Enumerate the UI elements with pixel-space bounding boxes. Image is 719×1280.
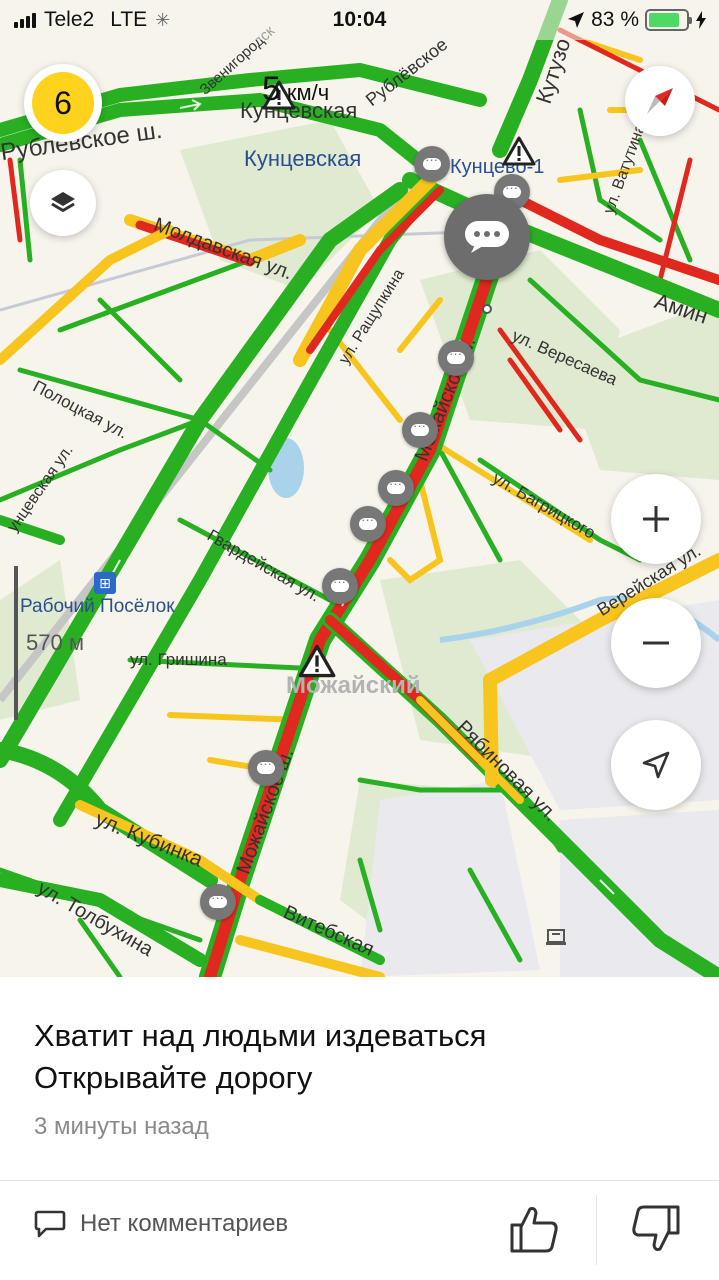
my-location-button[interactable] — [611, 720, 701, 810]
compass-button[interactable] — [625, 66, 695, 136]
speed-indicator: 5 км/ч — [262, 70, 329, 109]
traffic-score-icon: 6 — [32, 72, 94, 134]
comment-line-1: Хватит над людьми издеваться — [34, 1018, 487, 1053]
layers-icon — [51, 192, 75, 212]
activity-spinner-icon: ✳ — [155, 9, 171, 30]
battery-icon — [645, 9, 692, 31]
traffic-score-button[interactable]: 6 — [24, 64, 102, 142]
location-services-icon — [568, 12, 585, 28]
carrier-name: Tele2 — [44, 8, 95, 31]
plus-icon — [643, 506, 669, 532]
scale-bar — [14, 566, 18, 720]
location-arrow-icon — [642, 751, 670, 779]
status-bar: 10:04 Tele2 LTE ✳ 83 % — [0, 0, 719, 40]
thumbs-up-icon — [510, 1207, 558, 1253]
traffic-map[interactable]: Рублёвское ш. Рублёвское Звенигородск Ку… — [0, 0, 719, 977]
road-comment-icon[interactable] — [378, 470, 414, 506]
layers-button[interactable] — [30, 170, 96, 236]
network-type: LTE — [110, 8, 148, 31]
comment-text: Хватит над людьми издеваться Открывайте … — [34, 1015, 674, 1099]
warning-icon[interactable] — [298, 644, 336, 678]
road-comment-icon[interactable] — [322, 568, 358, 604]
comment-card: Хватит над людьми издеваться Открывайте … — [0, 977, 719, 1280]
zoom-in-button[interactable] — [611, 474, 701, 564]
road-comment-icon[interactable] — [438, 340, 474, 376]
traffic-score-value: 6 — [54, 84, 72, 121]
comments-label: Нет комментариев — [80, 1210, 289, 1237]
dislike-button[interactable] — [630, 1203, 682, 1255]
like-button[interactable] — [508, 1203, 560, 1255]
metro-icon: ⊞ — [94, 572, 116, 594]
screen: Рублёвское ш. Рублёвское Звенигородск Ку… — [0, 0, 719, 1280]
charging-icon — [696, 11, 706, 29]
minus-icon — [643, 641, 669, 645]
road-comment-icon[interactable] — [248, 750, 284, 786]
comment-time: 3 минуты назад — [34, 1113, 209, 1140]
map-label-grishina: ул. Гришина — [130, 650, 227, 669]
warning-icon[interactable] — [502, 136, 536, 166]
road-comment-icon[interactable] — [414, 146, 450, 182]
compass-icon — [647, 88, 673, 114]
station-label-rabochiy-poselok[interactable]: Рабочий Посёлок — [20, 596, 175, 618]
road-comment-icon[interactable] — [200, 884, 236, 920]
comment-icon — [34, 1210, 66, 1238]
road-comment-icon[interactable] — [402, 412, 438, 448]
metro-label-kuntsevskaya[interactable]: Кунцевская — [244, 146, 361, 172]
selected-point-dot — [482, 304, 492, 314]
battery-percent: 83 % — [591, 8, 639, 31]
speed-unit: км/ч — [286, 80, 330, 105]
signal-icon — [14, 12, 36, 28]
landmark-icon — [546, 926, 566, 946]
thumbs-down-icon — [632, 1205, 680, 1251]
selected-comment-icon[interactable] — [444, 194, 530, 280]
battery-fill — [649, 13, 679, 27]
comment-line-2: Открывайте дорогу — [34, 1060, 313, 1095]
speed-value: 5 — [262, 70, 281, 108]
divider — [0, 1180, 719, 1181]
vertical-divider — [596, 1195, 597, 1265]
road-comment-icon[interactable] — [350, 506, 386, 542]
comments-button[interactable]: Нет комментариев — [34, 1209, 288, 1239]
zoom-out-button[interactable] — [611, 598, 701, 688]
scale-label: 570 м — [26, 630, 84, 655]
